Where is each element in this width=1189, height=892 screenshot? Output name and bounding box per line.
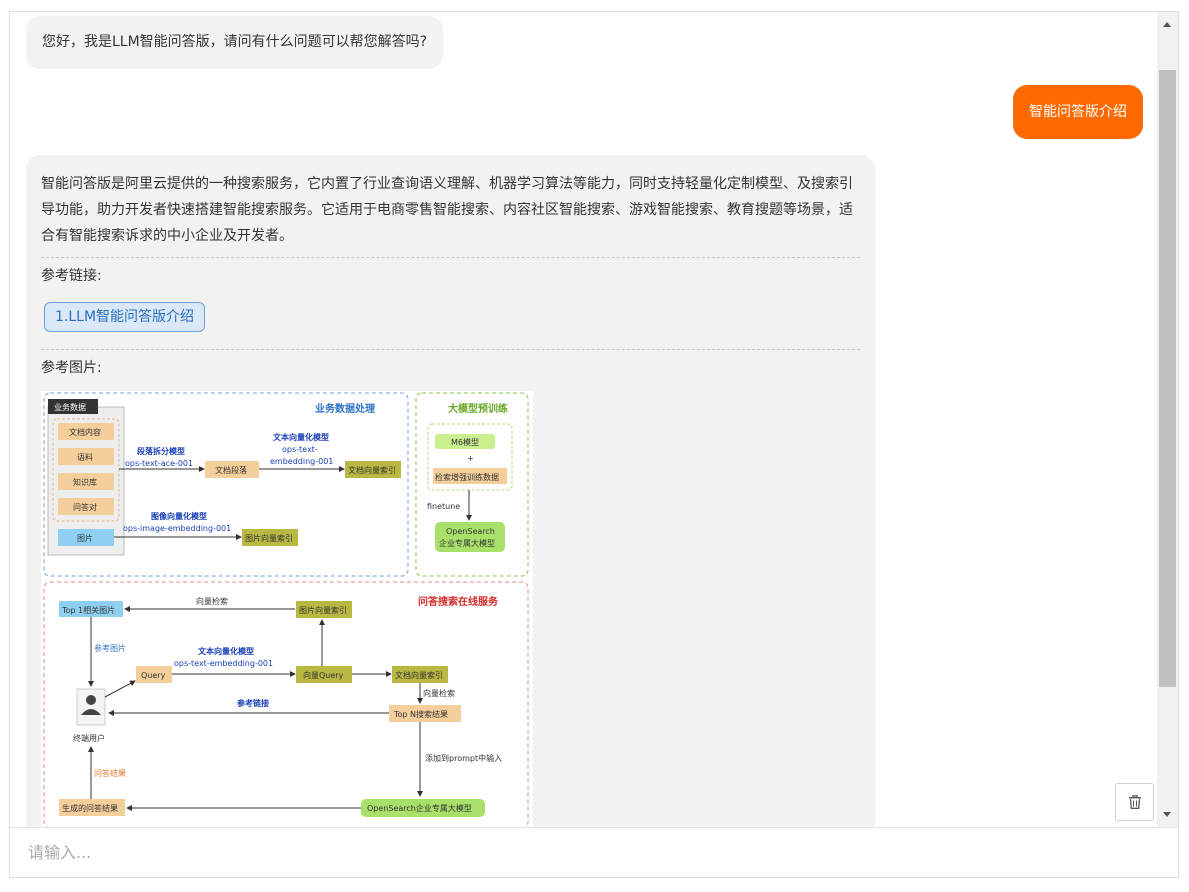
text-vec-name-full: ops-text-embedding-001	[174, 659, 273, 668]
opensearch-llm-1: OpenSearch	[446, 527, 495, 536]
text-vec-title-2: 文本向量化模型	[198, 646, 254, 656]
seg-model-title: 段落拆分模型	[137, 446, 185, 456]
img-vec-index-2: 图片向量索引	[299, 605, 347, 615]
m6-model: M6模型	[451, 437, 479, 447]
answer-paragraph: 智能问答版是阿里云提供的一种搜索服务，它内置了行业查询语义理解、机器学习算法等能…	[41, 176, 853, 244]
reference-architecture-diagram: 业务数据处理 业务数据 文档内容 语料 知识库 问答对 图片 段落拆分模型 op…	[41, 391, 533, 827]
finetune-label: finetune	[427, 502, 460, 511]
text-vec-name-1: ops-text-	[282, 445, 318, 454]
scroll-down-arrow-icon[interactable]	[1163, 812, 1171, 817]
ref-image-label: 参考图片	[94, 643, 126, 653]
ref-images-label: 参考图片:	[41, 360, 102, 376]
pretrain-section-title: 大模型预训练	[448, 402, 508, 415]
greeting-text: 您好，我是LLM智能问答版，请问有什么问题可以帮您解答吗?	[42, 34, 428, 50]
ref-link-label: 参考链接	[236, 698, 269, 708]
vertical-scrollbar[interactable]	[1157, 12, 1178, 827]
vector-query: 向量Query	[303, 670, 344, 680]
bot-answer-bubble: 智能问答版是阿里云提供的一种搜索服务，它内置了行业查询语义理解、机器学习算法等能…	[26, 155, 875, 827]
bot-greeting-bubble: 您好，我是LLM智能问答版，请问有什么问题可以帮您解答吗?	[26, 16, 444, 69]
text-vec-name-2: embedding-001	[270, 457, 333, 466]
vector-search-2: 向量检索	[423, 688, 455, 698]
doc-vec-index-2: 文档向量索引	[395, 670, 443, 680]
chat-window: 您好，我是LLM智能问答版，请问有什么问题可以帮您解答吗? 智能问答版介绍 智能…	[9, 11, 1179, 878]
doc-vec-index: 文档向量索引	[348, 465, 396, 475]
message-input[interactable]	[10, 828, 1178, 877]
divider	[41, 349, 860, 350]
add-prompt: 添加到prompt中输入	[425, 753, 502, 763]
doc-paragraph: 文档段落	[215, 465, 247, 475]
end-user: 终端用户	[73, 733, 105, 743]
top1-images: Top 1相关图片	[61, 605, 115, 615]
arrow	[104, 680, 136, 698]
ref-link-1[interactable]: 1.LLM智能问答版介绍	[44, 302, 206, 332]
data-item-4: 问答对	[73, 502, 97, 512]
scroll-up-arrow-icon[interactable]	[1163, 22, 1171, 27]
generated-answer: 生成的问答结果	[62, 803, 118, 813]
seg-model-name: ops-text-ace-001	[125, 459, 193, 468]
data-item-2: 语料	[77, 452, 93, 462]
data-item-3: 知识库	[73, 477, 97, 487]
data-item-1: 文档内容	[69, 427, 101, 437]
online-section-title: 问答搜索在线服务	[418, 595, 499, 608]
img-vec-title: 图像向量化模型	[151, 511, 207, 521]
text-vec-title: 文本向量化模型	[273, 432, 329, 442]
clear-chat-button[interactable]	[1115, 783, 1154, 821]
business-section-title: 业务数据处理	[315, 402, 375, 415]
chat-message-list: 您好，我是LLM智能问答版，请问有什么问题可以帮您解答吗? 智能问答版介绍 智能…	[10, 12, 1157, 827]
business-data-tag-text: 业务数据	[54, 402, 86, 412]
message-input-area	[10, 827, 1178, 877]
scroll-thumb[interactable]	[1159, 70, 1176, 687]
user-message-text: 智能问答版介绍	[1029, 104, 1127, 120]
image-item: 图片	[77, 533, 93, 543]
query: Query	[141, 671, 166, 680]
user-message-bubble: 智能问答版介绍	[1013, 85, 1143, 139]
ref-links-label: 参考链接:	[41, 268, 102, 284]
divider	[41, 257, 860, 258]
topn-results: Top N搜索结果	[393, 709, 448, 719]
img-vec-index: 图片向量索引	[245, 533, 293, 543]
plus-sign: +	[467, 454, 474, 463]
online-section-frame	[43, 581, 529, 827]
qa-result-label: 问答结果	[94, 768, 126, 778]
user-avatar-icon	[76, 688, 106, 726]
img-vec-name: ops-image-embedding-001	[123, 524, 231, 533]
opensearch-llm-2: 企业专属大模型	[439, 538, 495, 548]
search-train-data: 检索增强训练数据	[435, 472, 499, 482]
vector-search: 向量检索	[196, 596, 228, 606]
trash-icon	[1128, 795, 1141, 809]
opensearch-llm-full: OpenSearch企业专属大模型	[367, 803, 472, 813]
